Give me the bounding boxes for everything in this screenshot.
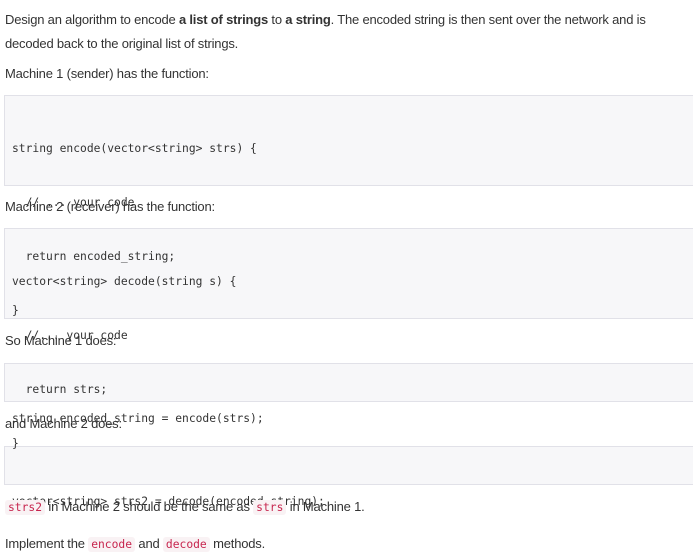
implement-text-1: Implement the xyxy=(5,536,89,551)
machine2-label: Machine 2 (receiver) has the function: xyxy=(5,199,215,214)
inline-code-strs2: strs2 xyxy=(5,500,46,515)
intro-text-2: to xyxy=(268,12,286,27)
code-line: string encode(vector<string> strs) { xyxy=(12,142,257,155)
inline-code-strs: strs xyxy=(253,500,287,515)
equality-sentence: strs2 in Machine 2 should be the same as… xyxy=(5,495,693,520)
machine1-label: Machine 1 (sender) has the function: xyxy=(5,66,209,81)
equality-text-1: in Machine 2 should be the same as xyxy=(45,499,254,514)
decode-code-block: vector<string> decode(string s) { //... … xyxy=(4,228,693,450)
intro-paragraph: Design an algorithm to encode a list of … xyxy=(5,0,693,56)
implement-sentence: Implement the encode and decode methods. xyxy=(5,532,693,557)
equality-text-2: in Machine 1. xyxy=(286,499,365,514)
decode-call-code-block: vector<string> strs2 = decode(encoded_st… xyxy=(4,446,693,508)
intro-bold-a-string: a string xyxy=(285,12,331,27)
code-line: vector<string> decode(string s) { xyxy=(12,275,237,288)
implement-text-3: methods. xyxy=(209,536,266,551)
intro-bold-list-of-strings: a list of strings xyxy=(178,12,269,27)
implement-text-2: and xyxy=(135,536,163,551)
intro-text-1: Design an algorithm to encode xyxy=(5,12,179,27)
encode-call-code-block: string encoded_string = encode(strs); xyxy=(4,363,693,425)
inline-code-decode: decode xyxy=(162,537,210,552)
so-machine1-label: So Machine 1 does: xyxy=(5,333,117,348)
inline-code-encode: encode xyxy=(88,537,135,552)
and-machine2-label: and Machine 2 does: xyxy=(5,416,122,431)
encode-code-block: string encode(vector<string> strs) { // … xyxy=(4,95,693,317)
problem-description: Design an algorithm to encode a list of … xyxy=(0,0,693,557)
